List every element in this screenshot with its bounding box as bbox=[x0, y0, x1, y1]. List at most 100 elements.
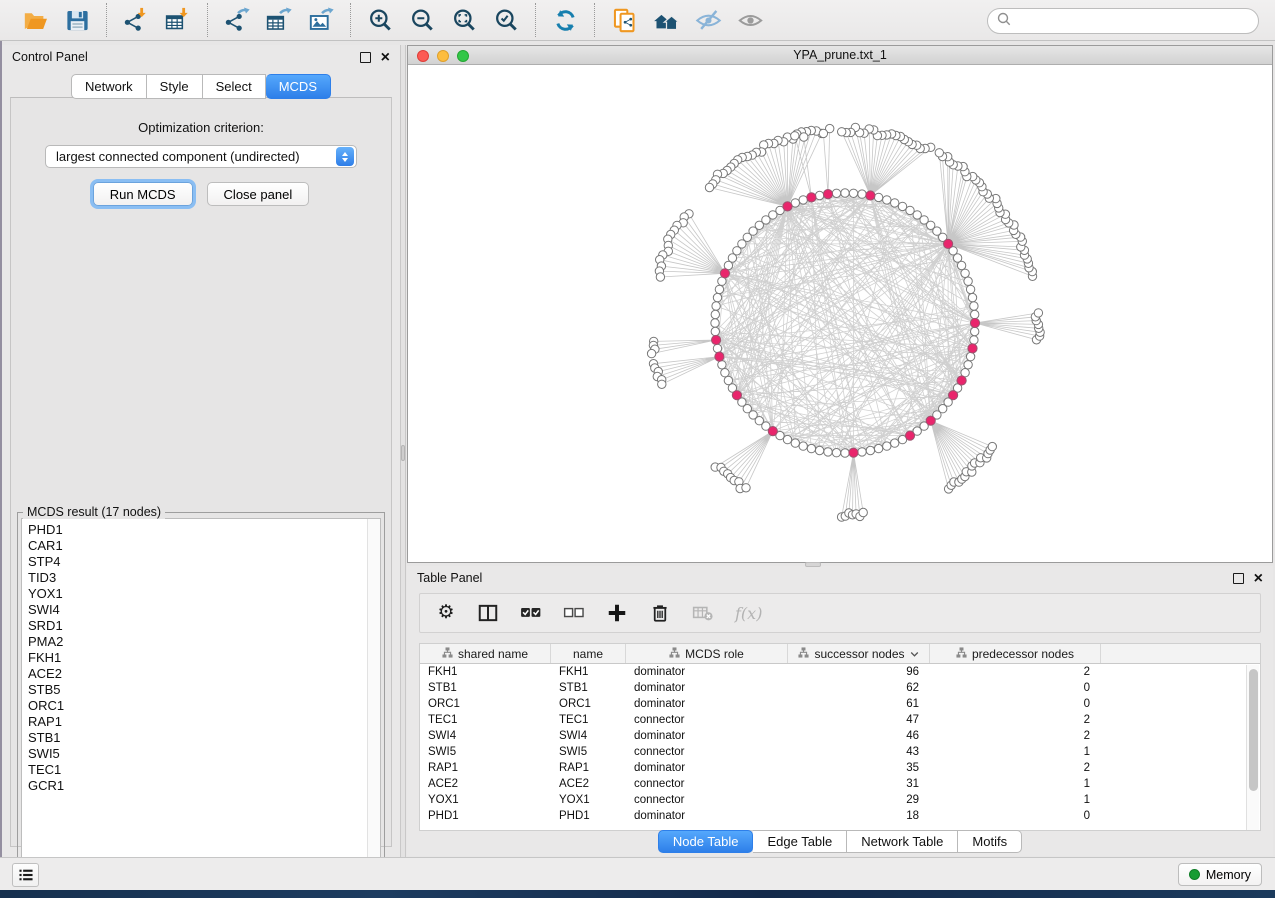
mcds-result-item[interactable]: ACE2 bbox=[28, 666, 380, 682]
mcds-node[interactable] bbox=[807, 193, 816, 202]
tab-network-table[interactable]: Network Table bbox=[847, 830, 958, 853]
network-node[interactable] bbox=[799, 196, 807, 204]
cell-successor_nodes[interactable]: 29 bbox=[788, 792, 930, 808]
network-node[interactable] bbox=[799, 442, 807, 450]
table-row[interactable]: RAP1RAP1dominator352 bbox=[420, 760, 1260, 776]
mcds-result-item[interactable]: TID3 bbox=[28, 570, 380, 586]
add-column-icon[interactable] bbox=[606, 601, 628, 625]
open-file-icon[interactable] bbox=[14, 3, 56, 37]
cell-mcds_role[interactable]: connector bbox=[626, 776, 788, 792]
zoom-fit-icon[interactable] bbox=[443, 3, 485, 37]
mcds-result-list[interactable]: PHD1CAR1STP4TID3YOX1SWI4SRD1PMA2FKH1ACE2… bbox=[21, 518, 381, 876]
mcds-node[interactable] bbox=[712, 335, 721, 344]
network-node[interactable] bbox=[841, 449, 849, 457]
mcds-result-item[interactable]: RAP1 bbox=[28, 714, 380, 730]
network-node[interactable] bbox=[966, 352, 974, 360]
select-all-columns-icon[interactable] bbox=[520, 601, 542, 625]
zoom-selected-icon[interactable] bbox=[485, 3, 527, 37]
network-view-titlebar[interactable]: YPA_prune.txt_1 bbox=[408, 46, 1272, 65]
network-node[interactable] bbox=[964, 277, 972, 285]
task-history-button[interactable] bbox=[12, 863, 39, 887]
table-scrollbar[interactable] bbox=[1246, 665, 1259, 830]
network-node[interactable] bbox=[970, 302, 978, 310]
cell-mcds_role[interactable]: dominator bbox=[626, 760, 788, 776]
network-leaf-node[interactable] bbox=[742, 484, 750, 492]
cell-name[interactable]: FKH1 bbox=[551, 664, 626, 680]
mcds-result-item[interactable]: STB5 bbox=[28, 682, 380, 698]
mcds-node[interactable] bbox=[768, 427, 777, 436]
mcds-node[interactable] bbox=[970, 318, 979, 327]
clone-network-icon[interactable] bbox=[603, 3, 645, 37]
table-row[interactable]: SWI4SWI4dominator462 bbox=[420, 728, 1260, 744]
column-header-successor-nodes[interactable]: successor nodes bbox=[788, 644, 930, 663]
network-node[interactable] bbox=[883, 442, 891, 450]
mcds-result-item[interactable]: SWI5 bbox=[28, 746, 380, 762]
table-row[interactable]: ACE2ACE2connector311 bbox=[420, 776, 1260, 792]
cell-mcds_role[interactable]: connector bbox=[626, 744, 788, 760]
mcds-node[interactable] bbox=[823, 190, 832, 199]
cell-name[interactable]: TEC1 bbox=[551, 712, 626, 728]
mcds-node[interactable] bbox=[926, 416, 935, 425]
cell-mcds_role[interactable]: connector bbox=[626, 792, 788, 808]
mcds-result-item[interactable]: FKH1 bbox=[28, 650, 380, 666]
cell-successor_nodes[interactable]: 61 bbox=[788, 696, 930, 712]
cell-shared_name[interactable]: TEC1 bbox=[420, 712, 551, 728]
network-node[interactable] bbox=[815, 191, 823, 199]
hide-selected-icon[interactable] bbox=[687, 3, 729, 37]
network-leaf-node[interactable] bbox=[935, 149, 943, 157]
cell-successor_nodes[interactable]: 18 bbox=[788, 808, 930, 824]
close-table-panel-icon[interactable]: × bbox=[1254, 573, 1263, 584]
tab-select[interactable]: Select bbox=[203, 74, 266, 99]
float-table-panel-icon[interactable] bbox=[1233, 573, 1244, 584]
float-panel-icon[interactable] bbox=[360, 52, 371, 63]
cell-mcds_role[interactable]: dominator bbox=[626, 808, 788, 824]
mcds-node[interactable] bbox=[866, 191, 875, 200]
cell-name[interactable]: STB1 bbox=[551, 680, 626, 696]
network-node[interactable] bbox=[721, 369, 729, 377]
cell-name[interactable]: ORC1 bbox=[551, 696, 626, 712]
cell-shared_name[interactable]: FKH1 bbox=[420, 664, 551, 680]
cell-shared_name[interactable]: SWI4 bbox=[420, 728, 551, 744]
network-node[interactable] bbox=[815, 446, 823, 454]
mcds-node[interactable] bbox=[715, 352, 724, 361]
tab-node-table[interactable]: Node Table bbox=[658, 830, 754, 853]
cell-predecessor_nodes[interactable]: 2 bbox=[930, 712, 1101, 728]
network-node[interactable] bbox=[874, 193, 882, 201]
cell-successor_nodes[interactable]: 62 bbox=[788, 680, 930, 696]
network-node[interactable] bbox=[824, 448, 832, 456]
mcds-result-item[interactable]: YOX1 bbox=[28, 586, 380, 602]
network-node[interactable] bbox=[964, 361, 972, 369]
network-node[interactable] bbox=[718, 361, 726, 369]
network-node[interactable] bbox=[712, 302, 720, 310]
tab-network[interactable]: Network bbox=[71, 74, 147, 99]
result-scrollbar[interactable] bbox=[367, 519, 380, 875]
network-leaf-node[interactable] bbox=[658, 380, 666, 388]
tab-motifs[interactable]: Motifs bbox=[958, 830, 1022, 853]
table-row[interactable]: PHD1PHD1dominator180 bbox=[420, 808, 1260, 824]
cell-name[interactable]: YOX1 bbox=[551, 792, 626, 808]
network-leaf-node[interactable] bbox=[705, 183, 713, 191]
minimize-window-icon[interactable] bbox=[437, 50, 449, 62]
table-row[interactable]: FKH1FKH1dominator962 bbox=[420, 664, 1260, 680]
column-header-name[interactable]: name bbox=[551, 644, 626, 663]
network-node[interactable] bbox=[971, 327, 979, 335]
tab-style[interactable]: Style bbox=[147, 74, 203, 99]
network-node[interactable] bbox=[711, 310, 719, 318]
run-mcds-button[interactable]: Run MCDS bbox=[93, 182, 193, 206]
zoom-out-icon[interactable] bbox=[401, 3, 443, 37]
cell-predecessor_nodes[interactable]: 0 bbox=[930, 808, 1101, 824]
cell-mcds_role[interactable]: connector bbox=[626, 712, 788, 728]
cell-successor_nodes[interactable]: 46 bbox=[788, 728, 930, 744]
cell-name[interactable]: ACE2 bbox=[551, 776, 626, 792]
cell-name[interactable]: SWI5 bbox=[551, 744, 626, 760]
mcds-result-item[interactable]: SRD1 bbox=[28, 618, 380, 634]
import-table-icon[interactable] bbox=[157, 3, 199, 37]
cell-successor_nodes[interactable]: 31 bbox=[788, 776, 930, 792]
mcds-node[interactable] bbox=[905, 431, 914, 440]
network-leaf-node[interactable] bbox=[838, 128, 846, 136]
mcds-result-item[interactable]: STB1 bbox=[28, 730, 380, 746]
column-menu-arrow-icon[interactable] bbox=[910, 647, 919, 661]
mcds-node[interactable] bbox=[732, 391, 741, 400]
network-node[interactable] bbox=[711, 319, 719, 327]
cell-shared_name[interactable]: YOX1 bbox=[420, 792, 551, 808]
